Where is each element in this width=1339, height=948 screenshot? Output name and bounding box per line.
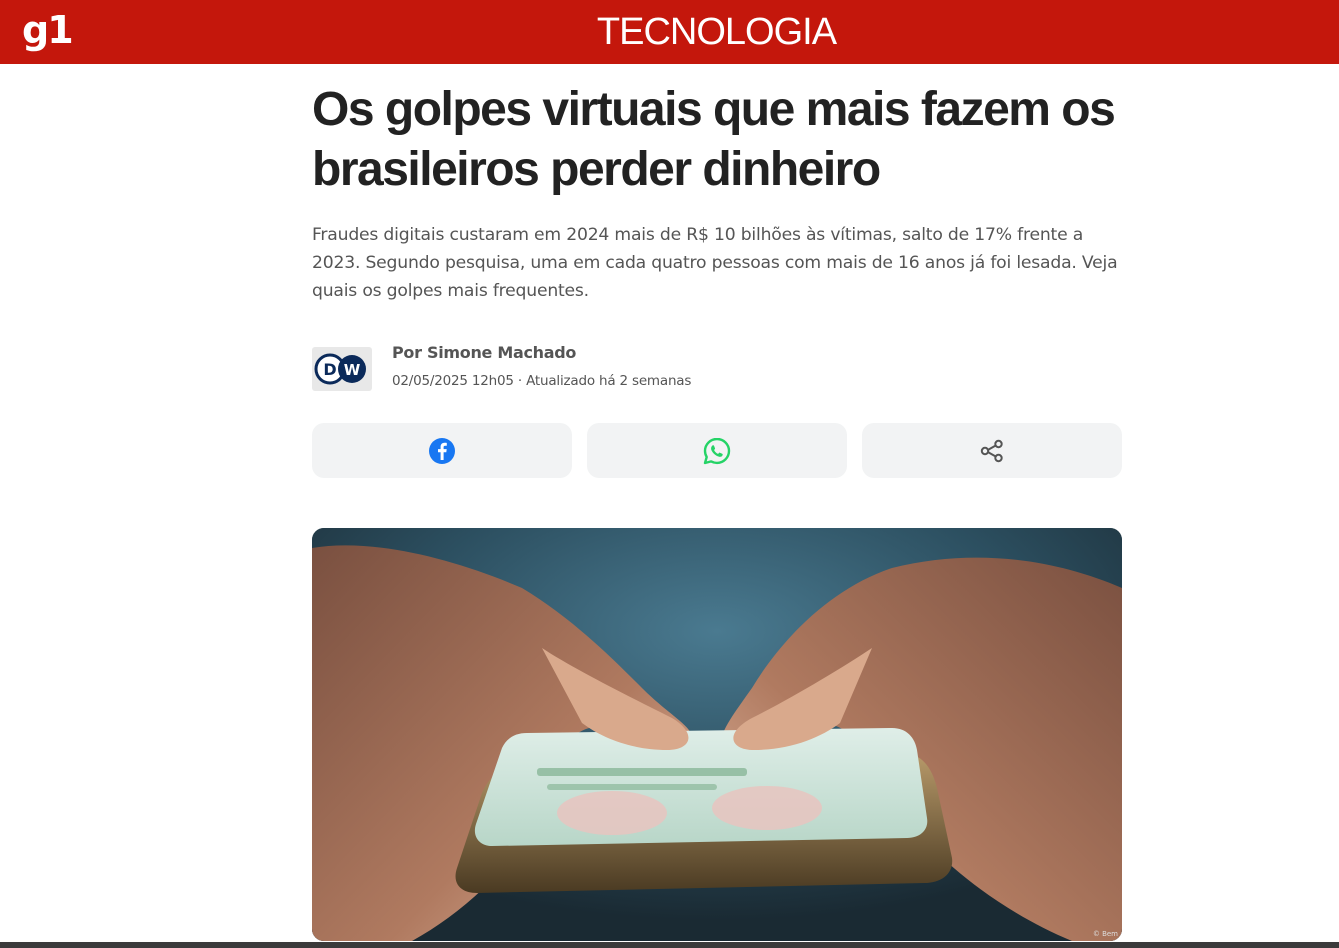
hero-image[interactable]: © Bem — [312, 528, 1122, 941]
dw-logo-letter-w: W — [344, 361, 361, 379]
facebook-share-button[interactable] — [312, 423, 572, 478]
more-share-button[interactable] — [862, 423, 1122, 478]
section-title[interactable]: TECNOLOGIA — [0, 10, 1339, 54]
bottom-edge — [0, 942, 1339, 948]
author-name: Por Simone Machado — [392, 343, 577, 362]
dw-logo-letter-d: D — [323, 360, 336, 379]
whatsapp-icon — [703, 437, 731, 464]
article: Os golpes virtuais que mais fazem os bra… — [312, 64, 1122, 941]
phone-in-hands-photo — [312, 528, 1122, 941]
whatsapp-share-button[interactable] — [587, 423, 847, 478]
article-headline: Os golpes virtuais que mais fazem os bra… — [312, 83, 1116, 196]
article-subtitle: Fraudes digitais custaram em 2024 mais d… — [312, 225, 1118, 301]
publish-dateline: 02/05/2025 12h05 · Atualizado há 2 seman… — [392, 373, 692, 389]
byline: D W Por Simone Machado 02/05/2025 12h05 … — [312, 343, 1122, 403]
facebook-icon — [429, 437, 455, 464]
share-row — [312, 423, 1122, 478]
image-credit: © Bem — [1092, 930, 1118, 938]
dw-logo[interactable]: D W — [312, 347, 372, 391]
top-bar: g1 TECNOLOGIA — [0, 0, 1339, 64]
dw-logo-icon: D W — [314, 353, 366, 385]
share-icon — [980, 439, 1003, 462]
